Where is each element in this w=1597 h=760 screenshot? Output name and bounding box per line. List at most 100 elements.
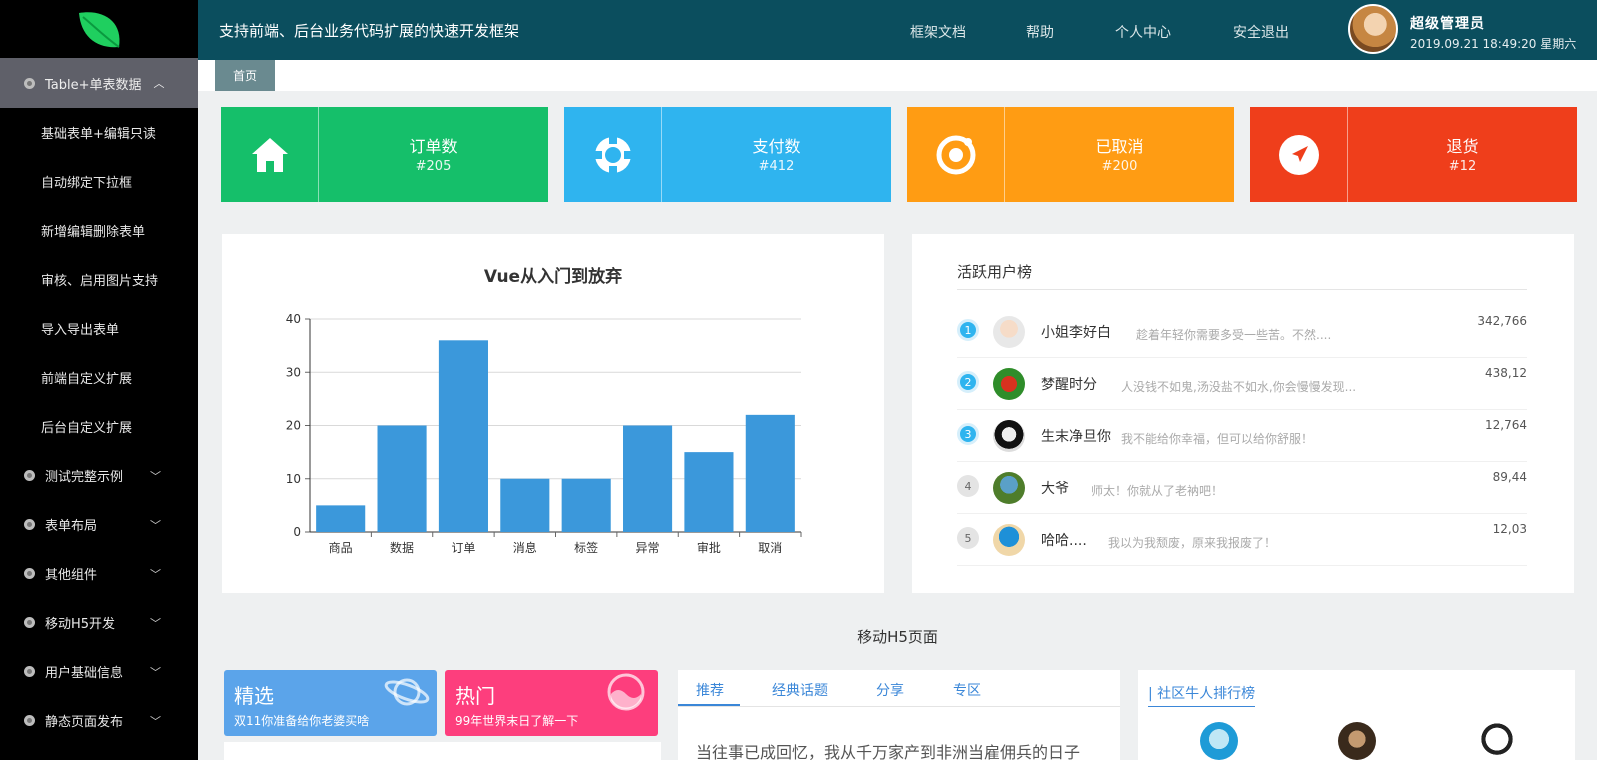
avatar[interactable] bbox=[1200, 722, 1238, 760]
promo-card-hot[interactable]: 热门 99年世界末日了解一下 bbox=[445, 670, 658, 736]
stat-icon-box bbox=[221, 107, 319, 202]
header-slogan: 支持前端、后台业务代码扩展的快速开发框架 bbox=[219, 22, 520, 40]
sidebar-subitem[interactable]: 前端自定义扩展 bbox=[0, 353, 198, 402]
list-item[interactable]: 2 梦醒时分 人没钱不如鬼,汤没盐不如水,你会慢慢发现... 438,12 bbox=[957, 358, 1527, 410]
avatar[interactable] bbox=[993, 316, 1025, 348]
sidebar-group[interactable]: 其他组件 ﹀ bbox=[0, 549, 198, 598]
y-tick-label: 30 bbox=[286, 365, 301, 379]
dot-icon bbox=[24, 715, 35, 726]
avatar[interactable] bbox=[993, 420, 1025, 452]
article-title[interactable]: 当往事已成回忆，我从千万家产到非洲当雇佣兵的日子 bbox=[696, 739, 1080, 760]
stat-card-cancelled[interactable]: 已取消 #200 bbox=[907, 107, 1234, 202]
bar[interactable] bbox=[684, 452, 734, 532]
list-item[interactable]: 5 哈哈.... 我以为我颓废，原来我报废了！ 12,03 bbox=[957, 514, 1527, 566]
lifebuoy-icon bbox=[594, 136, 631, 173]
rank-score: 438,12 bbox=[1485, 366, 1527, 380]
stat-value: #12 bbox=[1448, 159, 1477, 174]
stat-card-returns[interactable]: 退货 #12 bbox=[1250, 107, 1577, 202]
chevron-down-icon: ﹀ bbox=[150, 665, 161, 679]
sidebar-subitem[interactable]: 导入导出表单 bbox=[0, 304, 198, 353]
chevron-down-icon: ﹀ bbox=[150, 518, 161, 532]
y-tick-label: 40 bbox=[286, 312, 301, 326]
promo-subtitle: 99年世界末日了解一下 bbox=[455, 714, 579, 728]
stat-label: 订单数 bbox=[409, 137, 458, 156]
sidebar-group[interactable]: 静态页面发布 ﹀ bbox=[0, 696, 198, 745]
dot-icon bbox=[24, 666, 35, 677]
stat-label: 支付数 bbox=[752, 137, 801, 156]
sidebar-subitem[interactable]: 后台自定义扩展 bbox=[0, 402, 198, 451]
y-tick-label: 10 bbox=[286, 472, 301, 486]
chevron-down-icon: ﹀ bbox=[150, 714, 161, 728]
rank-user-name: 生末净旦你 bbox=[1041, 429, 1111, 445]
stat-label: 退货 bbox=[1446, 137, 1479, 156]
x-tick-label: 标签 bbox=[574, 540, 598, 555]
bar[interactable] bbox=[623, 425, 673, 533]
y-tick-label: 0 bbox=[293, 525, 301, 539]
avatar[interactable] bbox=[1348, 4, 1398, 54]
ranking-panel: 活跃用户榜 1 小姐李好白 趁着年轻你需要多受一些苦。不然.... 342,766 2 梦… bbox=[912, 234, 1574, 593]
tabs-bar: 首页 bbox=[198, 60, 1597, 91]
sidebar-group-label: 用户基础信息 bbox=[45, 666, 124, 681]
bar[interactable] bbox=[316, 505, 366, 532]
promo-card-featured[interactable]: 精选 双11你准备给你老婆买啥 bbox=[224, 670, 437, 736]
tab-share[interactable]: 分享 bbox=[876, 680, 904, 700]
dot-icon bbox=[24, 617, 35, 628]
rank-user-desc: 我以为我颓废，原来我报废了！ bbox=[1108, 536, 1277, 550]
rank-score: 12,03 bbox=[1492, 522, 1527, 536]
bar[interactable] bbox=[500, 478, 550, 532]
nav-profile[interactable]: 个人中心 bbox=[1115, 22, 1171, 42]
sidebar-group-label: 静态页面发布 bbox=[45, 715, 124, 730]
tab-recommend[interactable]: 推荐 bbox=[696, 680, 724, 700]
dot-icon bbox=[24, 77, 35, 89]
tab-home[interactable]: 首页 bbox=[215, 60, 275, 91]
bar[interactable] bbox=[438, 340, 488, 532]
tab-active-underline bbox=[678, 704, 740, 706]
bar[interactable] bbox=[377, 425, 427, 533]
sidebar-group-table[interactable]: Table+单表数据 ︿ bbox=[0, 58, 198, 108]
x-tick-label: 商品 bbox=[329, 540, 353, 555]
tab-zone[interactable]: 专区 bbox=[953, 680, 981, 700]
sidebar-subitem[interactable]: 新增编辑删除表单 bbox=[0, 206, 198, 255]
rank-user-desc: 人没钱不如鬼,汤没盐不如水,你会慢慢发现... bbox=[1121, 380, 1357, 394]
rank-badge: 4 bbox=[957, 475, 979, 497]
sidebar-group[interactable]: 移动H5开发 ﹀ bbox=[0, 598, 198, 647]
sidebar-subitem[interactable]: 自动绑定下拉框 bbox=[0, 157, 198, 206]
bar[interactable] bbox=[745, 414, 795, 532]
list-item[interactable]: 1 小姐李好白 趁着年轻你需要多受一些苦。不然.... 342,766 bbox=[957, 306, 1527, 358]
avatar[interactable] bbox=[993, 524, 1025, 556]
sidebar-subitem[interactable]: 审核、启用图片支持 bbox=[0, 255, 198, 304]
avatar[interactable] bbox=[1478, 722, 1516, 760]
avatar[interactable] bbox=[1338, 722, 1376, 760]
rank-user-desc: 师太！你就从了老衲吧！ bbox=[1091, 484, 1224, 498]
sidebar-subitem[interactable]: 基础表单+编辑只读 bbox=[0, 108, 198, 157]
tab-classic-topics[interactable]: 经典话题 bbox=[772, 680, 828, 700]
rank-badge: 3 bbox=[957, 423, 979, 445]
rank-badge: 1 bbox=[957, 319, 979, 341]
nav-docs[interactable]: 框架文档 bbox=[910, 22, 966, 42]
avatar[interactable] bbox=[993, 472, 1025, 504]
promo-subtitle: 双11你准备给你老婆买啥 bbox=[234, 714, 370, 728]
sidebar-group[interactable]: 测试完整示例 ﹀ bbox=[0, 451, 198, 500]
ranking-title: 活跃用户榜 bbox=[957, 263, 1033, 281]
sidebar-group[interactable]: 用户基础信息 ﹀ bbox=[0, 647, 198, 696]
stat-card-payments[interactable]: 支付数 #412 bbox=[564, 107, 891, 202]
logo[interactable] bbox=[0, 0, 198, 58]
list-item[interactable]: 3 生末净旦你 我不能给你幸福，但可以给你舒服！ 12,764 bbox=[957, 410, 1527, 462]
rank-badge: 2 bbox=[957, 371, 979, 393]
chart-panel: Vue从入门到放弃 0 10 20 30 40 商品 数据 订单 消息 标签 异常 审批 取消 bbox=[222, 234, 884, 593]
x-tick-label: 订单 bbox=[451, 541, 475, 555]
dot-icon bbox=[24, 568, 35, 579]
chevron-down-icon: ﹀ bbox=[150, 469, 161, 483]
navigate-icon bbox=[1278, 134, 1319, 175]
list-item[interactable]: 4 大爷 师太！你就从了老衲吧！ 89,44 bbox=[957, 462, 1527, 514]
avatar[interactable] bbox=[993, 368, 1025, 400]
nav-help[interactable]: 帮助 bbox=[1026, 22, 1054, 42]
nav-logout[interactable]: 安全退出 bbox=[1233, 22, 1289, 42]
rank-score: 12,764 bbox=[1485, 418, 1527, 432]
stat-card-orders[interactable]: 订单数 #205 bbox=[221, 107, 548, 202]
stat-value: #200 bbox=[1101, 159, 1138, 174]
home-icon bbox=[251, 137, 288, 172]
sidebar-group[interactable]: 表单布局 ﹀ bbox=[0, 500, 198, 549]
bar[interactable] bbox=[561, 478, 611, 532]
section-title: 移动H5页面 bbox=[857, 628, 938, 646]
